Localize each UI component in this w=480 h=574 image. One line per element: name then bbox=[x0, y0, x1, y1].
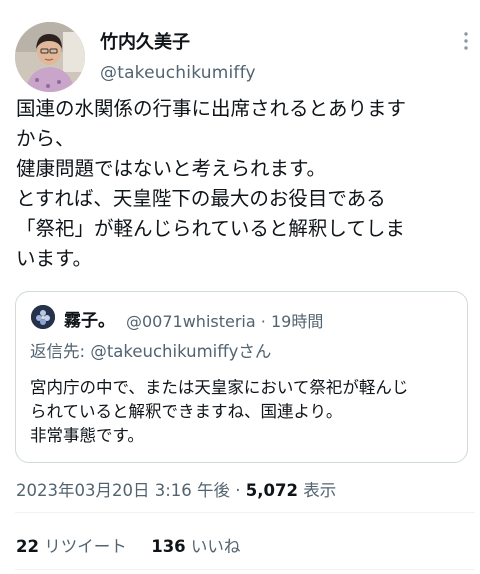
tweet-meta: 2023年03月20日 3:16 午後 · 5,072 表示 bbox=[16, 477, 336, 501]
likes-count: 136 bbox=[151, 537, 186, 556]
quoted-text-line: られていると解釈できますね、国連より。 bbox=[30, 402, 343, 421]
quoted-author-name[interactable]: 霧子。 bbox=[64, 306, 115, 331]
retweets-label: リツイート bbox=[44, 537, 127, 556]
tweet-text-line: とすれば、天皇陛下の最大のお役目である bbox=[16, 187, 386, 210]
tweet-text-line: 国連の水関係の行事に出席されるとあります bbox=[16, 97, 407, 120]
quoted-text-line: 非常事態です。 bbox=[30, 426, 144, 445]
tweet-timestamp[interactable]: 2023年03月20日 3:16 午後 bbox=[16, 481, 230, 500]
tweet-text-line: から、 bbox=[16, 127, 75, 150]
tweet-text-line: います。 bbox=[16, 247, 93, 270]
meta-separator: · bbox=[235, 481, 241, 500]
tweet-text-line: 健康問題ではないと考えられます。 bbox=[16, 157, 327, 180]
author-handle[interactable]: @takeuchikumiffy bbox=[100, 63, 256, 83]
tweet: 竹内久美子 @takeuchikumiffy 国連の水関係の行事に出席されるとあ… bbox=[0, 0, 480, 574]
divider bbox=[15, 512, 475, 513]
divider bbox=[15, 569, 475, 570]
quoted-text: 宮内庁の中で、または天皇家において祭祀が軽んじ られていると解釈できますね、国連… bbox=[30, 376, 460, 448]
tweet-text-line: 「祭祀」が軽んじられていると解釈してしま bbox=[16, 217, 405, 240]
reply-to-mention[interactable]: @takeuchikumiffyさん bbox=[90, 342, 271, 361]
quoted-author-handle[interactable]: @0071whisteria bbox=[126, 312, 256, 331]
likes-stat[interactable]: 136 いいね bbox=[151, 537, 240, 556]
engagement-stats: 22 リツイート 136 いいね bbox=[16, 533, 240, 557]
retweets-stat[interactable]: 22 リツイート bbox=[16, 537, 127, 556]
likes-label: いいね bbox=[190, 537, 241, 556]
quoted-tweet[interactable]: 霧子。 @0071whisteria · 19時間 返信先: @takeuchi… bbox=[15, 291, 468, 463]
author-avatar[interactable] bbox=[15, 22, 85, 92]
reply-to: 返信先: @takeuchikumiffyさん bbox=[30, 338, 271, 362]
author-name[interactable]: 竹内久美子 bbox=[100, 28, 190, 54]
more-options-icon[interactable] bbox=[458, 32, 474, 50]
views-count: 5,072 bbox=[245, 481, 298, 500]
retweets-count: 22 bbox=[16, 537, 39, 556]
quoted-author-avatar[interactable] bbox=[31, 305, 55, 329]
quoted-text-line: 宮内庁の中で、または天皇家において祭祀が軽んじ bbox=[30, 378, 409, 397]
meta-separator: · bbox=[260, 312, 266, 331]
reply-to-label: 返信先: bbox=[30, 342, 86, 361]
tweet-text: 国連の水関係の行事に出席されるとあります から、 健康問題ではないと考えられます… bbox=[16, 94, 476, 274]
quoted-time[interactable]: 19時間 bbox=[271, 312, 323, 331]
views-label: 表示 bbox=[303, 481, 337, 500]
quoted-meta: @0071whisteria · 19時間 bbox=[126, 308, 323, 332]
